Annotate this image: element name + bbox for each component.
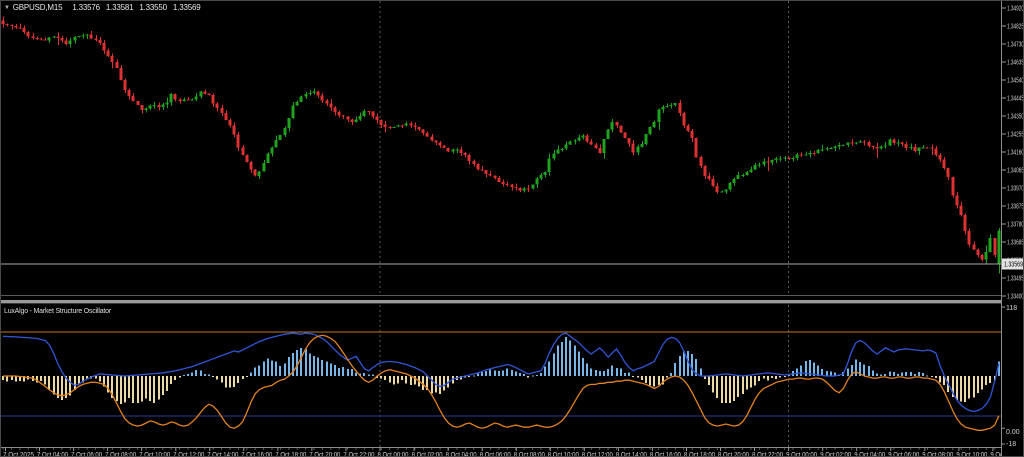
oscillator-histogram [2,337,1000,405]
price-chart-area[interactable] [1,1,1001,297]
price-axis-label: 1.34635 [1007,60,1024,67]
price-axis-label: 1.34160 [1007,150,1024,157]
price-axis-label: 1.34445 [1007,96,1024,103]
time-axis-label: 9 Oct 10:00 [956,452,987,457]
price-axis-label: 1.34350 [1007,114,1024,121]
price-axis[interactable]: 1.34920 1.34825 1.34730 1.34635 1.34540 1.344… [1001,1,1024,457]
time-axis-label: 8 Oct 20:00 [718,452,749,457]
time-axis-label: 7 Oct 16:00 [241,452,272,457]
time-axis-label: 8 Oct 06:00 [480,452,511,457]
price-axis-label: 1.34920 [1007,6,1024,13]
main-chart-bottom-border [1,295,1001,296]
time-axis-label: 8 Oct 18:00 [684,452,715,457]
quote-open: 1.33576 [72,3,100,12]
price-axis-label: 1.33495 [1007,276,1024,283]
time-axis-label: 8 Oct 16:00 [650,452,681,457]
time-axis-label: 7 Oct 10:00 [139,452,170,457]
collapse-icon[interactable]: ▼ [4,5,10,11]
time-axis-label: 7 Oct 2025 [3,452,34,457]
time-axis-label: 8 Oct 22:00 [752,452,783,457]
price-axis-label: 1.34730 [1007,42,1024,49]
time-axis-label: 7 Oct 12:00 [173,452,204,457]
time-axis-label: 9 Oct 06:00 [888,452,919,457]
subwindow-separator[interactable] [1,300,1023,304]
time-axis-label: 7 Oct 20:00 [309,452,340,457]
time-axis-label: 8 Oct 14:00 [616,452,647,457]
time-axis-label: 7 Oct 04:00 [37,452,68,457]
symbol-period-label: GBPUSD,M15 [12,3,63,12]
osc-scale-bottom: -18 [1006,441,1016,448]
price-axis-label: 1.33970 [1007,186,1024,193]
chart-window: 1.34920 1.34825 1.34730 1.34635 1.34540 1.344… [0,0,1024,457]
time-axis-label: 7 Oct 18:00 [275,452,306,457]
oscillator-area[interactable] [1,305,1001,447]
time-axis-label: 7 Oct 08:00 [105,452,136,457]
time-axis-label: 7 Oct 06:00 [71,452,102,457]
quote-low: 1.33550 [139,3,167,12]
time-axis-label: 9 Oct 04:00 [854,452,885,457]
price-axis-label: 1.33780 [1007,222,1024,229]
time-axis[interactable]: 7 Oct 2025 7 Oct 04:00 7 Oct 06:00 7 Oct 08… [1,447,1001,457]
price-axis-label: 1.33400 [1007,294,1024,301]
price-axis-label: 1.33875 [1007,204,1024,211]
price-axis-label: 1.34825 [1007,24,1024,31]
osc-scale-top: 118 [1006,305,1017,312]
time-axis-label: 8 Oct 02:00 [412,452,443,457]
quote-close: 1.33569 [172,3,201,12]
indicator-label: LuxAlgo - Market Structure Oscillator [4,308,111,315]
time-axis-label: 8 Oct 12:00 [582,452,613,457]
current-price-label: 1.33569 [1004,262,1023,269]
time-axis-label: 9 Oct 12:00 [990,452,1001,457]
time-axis-label: 9 Oct 00:00 [786,452,817,457]
price-axis-label: 1.34065 [1007,168,1024,175]
price-axis-label: 1.33685 [1007,240,1024,247]
time-axis-label: 8 Oct 08:00 [514,452,545,457]
oscillator-blue-line [3,332,1000,413]
osc-scale-zero: 0.00 [1006,429,1020,436]
quote-high: 1.33581 [105,3,134,12]
time-axis-label: 9 Oct 08:00 [922,452,953,457]
time-axis-label: 7 Oct 22:00 [344,452,375,457]
time-axis-label: 8 Oct 10:00 [548,452,579,457]
price-axis-label: 1.34255 [1007,132,1024,139]
time-axis-label: 8 Oct 04:00 [446,452,477,457]
price-axis-label: 1.34540 [1007,78,1024,85]
time-axis-label: 9 Oct 02:00 [820,452,851,457]
time-axis-label: 7 Oct 14:00 [207,452,238,457]
time-axis-label: 8 Oct 00:00 [378,452,409,457]
chart-title: ▼ GBPUSD,M15 1.33576 1.33581 1.33550 1.33569 [4,3,206,15]
